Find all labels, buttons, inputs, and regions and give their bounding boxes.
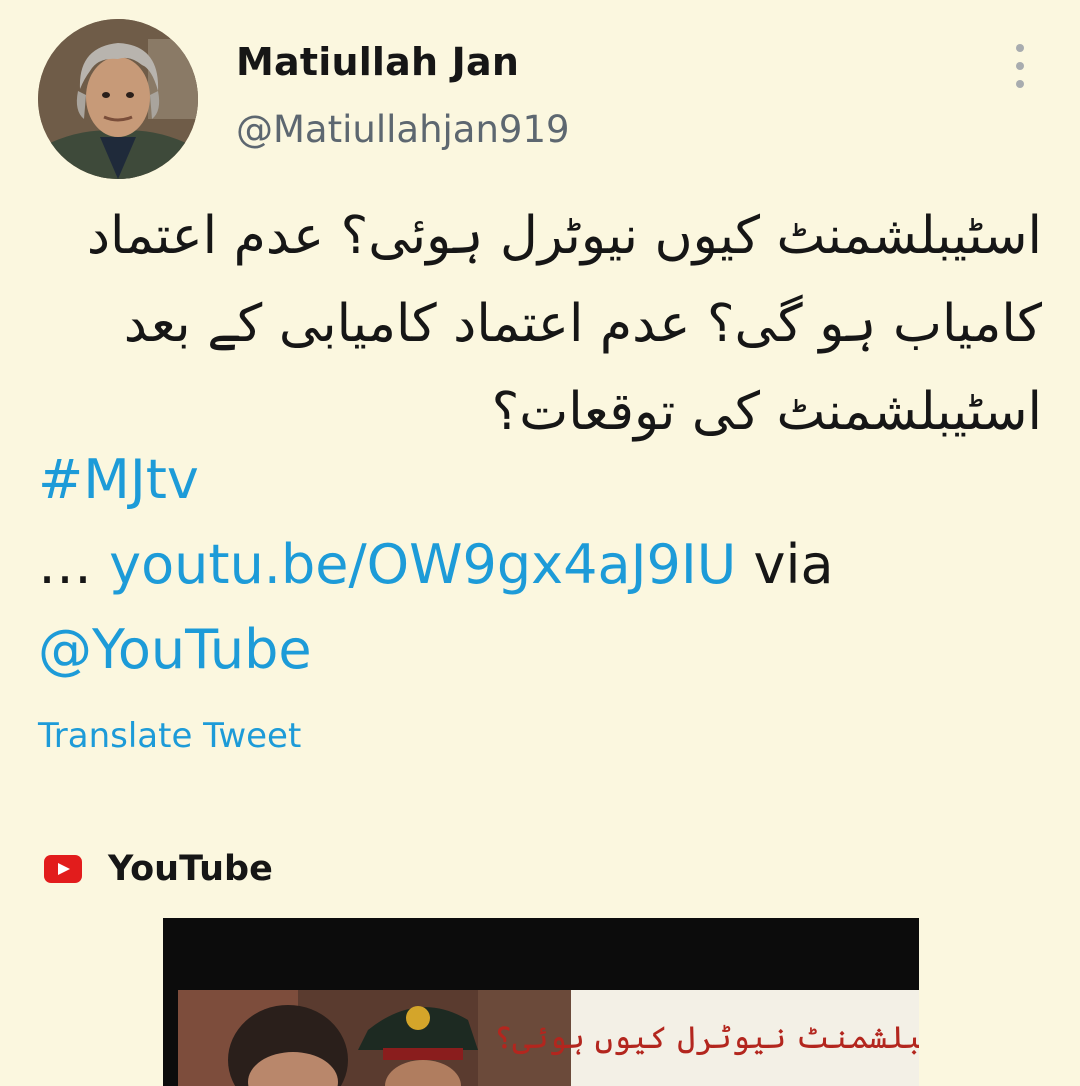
card-source-name: YouTube: [108, 849, 273, 889]
author-display-name[interactable]: Matiullah Jan: [236, 40, 519, 84]
tweet-link-line: … youtu.be/OW9gx4aJ9IU via: [38, 533, 834, 596]
card-source[interactable]: YouTube: [44, 849, 273, 889]
ellipsis-text: …: [38, 533, 110, 596]
youtube-mention-link[interactable]: @YouTube: [38, 618, 312, 681]
hashtag-link[interactable]: #MJtv: [38, 448, 199, 511]
youtube-logo-icon: [44, 855, 82, 883]
via-text: via: [736, 533, 834, 596]
vertical-ellipsis-icon: [1016, 62, 1024, 70]
video-thumbnail[interactable]: اسٹیبلشمنٹ نیوٹرل کیوں ہوئی؟: [163, 918, 919, 1086]
more-options-button[interactable]: [1006, 44, 1034, 88]
author-handle[interactable]: @Matiullahjan919: [236, 108, 570, 151]
translate-tweet-button[interactable]: Translate Tweet: [38, 716, 301, 756]
vertical-ellipsis-icon: [1016, 44, 1024, 52]
tweet-text: اسٹیبلشمنٹ کیوں نیوٹرل ہوئی؟ عدم اعتماد …: [86, 206, 1042, 442]
profile-photo: [38, 19, 198, 179]
youtube-url-link[interactable]: youtu.be/OW9gx4aJ9IU: [109, 533, 736, 596]
author-avatar[interactable]: [38, 19, 198, 179]
thumbnail-caption-text: اسٹیبلشمنٹ نیوٹرل کیوں ہوئی؟: [494, 1020, 919, 1056]
vertical-ellipsis-icon: [1016, 80, 1024, 88]
thumbnail-caption: اسٹیبلشمنٹ نیوٹرل کیوں ہوئی؟: [494, 990, 919, 1086]
